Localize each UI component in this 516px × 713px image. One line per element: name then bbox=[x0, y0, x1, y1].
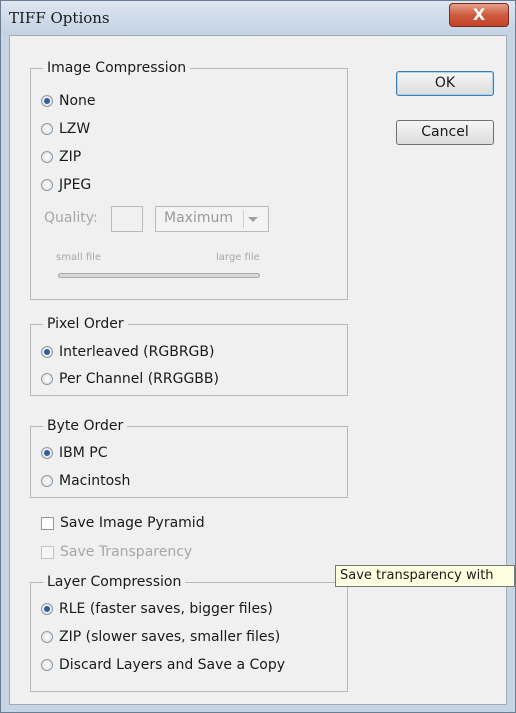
layer-compression-discard-option[interactable]: Discard Layers and Save a Copy bbox=[41, 654, 285, 676]
layer-compression-legend: Layer Compression bbox=[43, 573, 186, 591]
dialog-body: Image Compression None LZW ZIP JPEG Qual… bbox=[9, 35, 507, 705]
pixel-order-interleaved-option[interactable]: Interleaved (RGBRGB) bbox=[41, 341, 214, 363]
option-label: None bbox=[59, 93, 96, 109]
checkbox-icon[interactable] bbox=[41, 516, 54, 530]
byte-order-ibm-pc-option[interactable]: IBM PC bbox=[41, 442, 107, 464]
radio-icon[interactable] bbox=[41, 346, 53, 358]
tiff-options-dialog: TIFF Options X Image Compression None LZ… bbox=[0, 0, 516, 713]
close-button[interactable]: X bbox=[449, 3, 509, 27]
radio-icon[interactable] bbox=[41, 179, 53, 191]
quality-slider[interactable] bbox=[58, 273, 260, 278]
layer-compression-zip-option[interactable]: ZIP (slower saves, smaller files) bbox=[41, 626, 280, 648]
small-file-label: small file bbox=[56, 252, 102, 263]
option-label: ZIP (slower saves, smaller files) bbox=[59, 629, 281, 645]
option-label: Discard Layers and Save a Copy bbox=[59, 657, 286, 673]
radio-icon[interactable] bbox=[41, 603, 53, 615]
quality-input[interactable] bbox=[111, 206, 143, 232]
byte-order-legend: Byte Order bbox=[43, 417, 128, 435]
chevron-down-icon[interactable] bbox=[248, 217, 258, 222]
checkbox-label: Save Image Pyramid bbox=[60, 515, 205, 531]
tooltip: Save transparency with bbox=[335, 565, 515, 587]
radio-icon[interactable] bbox=[41, 447, 53, 459]
save-image-pyramid-checkbox[interactable]: Save Image Pyramid bbox=[41, 512, 205, 534]
layer-compression-rle-option[interactable]: RLE (faster saves, bigger files) bbox=[41, 598, 273, 620]
save-transparency-checkbox[interactable]: Save Transparency bbox=[41, 541, 192, 563]
option-label: IBM PC bbox=[59, 445, 108, 461]
image-compression-legend: Image Compression bbox=[43, 59, 191, 77]
checkbox-icon[interactable] bbox=[41, 545, 54, 559]
radio-icon[interactable] bbox=[41, 123, 53, 135]
radio-icon[interactable] bbox=[41, 95, 53, 107]
compression-zip-option[interactable]: ZIP bbox=[41, 146, 81, 168]
option-label: Interleaved (RGBRGB) bbox=[59, 344, 215, 360]
radio-icon[interactable] bbox=[41, 475, 53, 487]
title-bar[interactable]: TIFF Options X bbox=[1, 1, 515, 35]
option-label: RLE (faster saves, bigger files) bbox=[59, 601, 273, 617]
ok-button[interactable]: OK bbox=[396, 71, 494, 96]
pixel-order-per-channel-option[interactable]: Per Channel (RRGGBB) bbox=[41, 368, 219, 390]
large-file-label: large file bbox=[216, 252, 260, 263]
radio-icon[interactable] bbox=[41, 659, 53, 671]
radio-icon[interactable] bbox=[41, 373, 53, 385]
compression-lzw-option[interactable]: LZW bbox=[41, 118, 90, 140]
option-label: Per Channel (RRGGBB) bbox=[59, 371, 219, 387]
close-icon: X bbox=[472, 5, 486, 24]
compression-jpeg-option[interactable]: JPEG bbox=[41, 174, 91, 196]
option-label: LZW bbox=[59, 121, 91, 137]
cancel-button[interactable]: Cancel bbox=[396, 120, 494, 145]
radio-icon[interactable] bbox=[41, 631, 53, 643]
quality-label: Quality: bbox=[44, 210, 98, 226]
option-label: Macintosh bbox=[59, 473, 131, 489]
byte-order-macintosh-option[interactable]: Macintosh bbox=[41, 470, 130, 492]
quality-preset-value: Maximum bbox=[164, 210, 233, 226]
option-label: JPEG bbox=[59, 177, 92, 193]
quality-preset-select[interactable]: Maximum bbox=[155, 206, 269, 232]
window-title: TIFF Options bbox=[9, 9, 110, 27]
pixel-order-legend: Pixel Order bbox=[43, 315, 128, 333]
option-label: ZIP bbox=[59, 149, 82, 165]
compression-none-option[interactable]: None bbox=[41, 90, 96, 112]
radio-icon[interactable] bbox=[41, 151, 53, 163]
checkbox-label: Save Transparency bbox=[60, 544, 193, 560]
select-divider bbox=[243, 210, 244, 228]
